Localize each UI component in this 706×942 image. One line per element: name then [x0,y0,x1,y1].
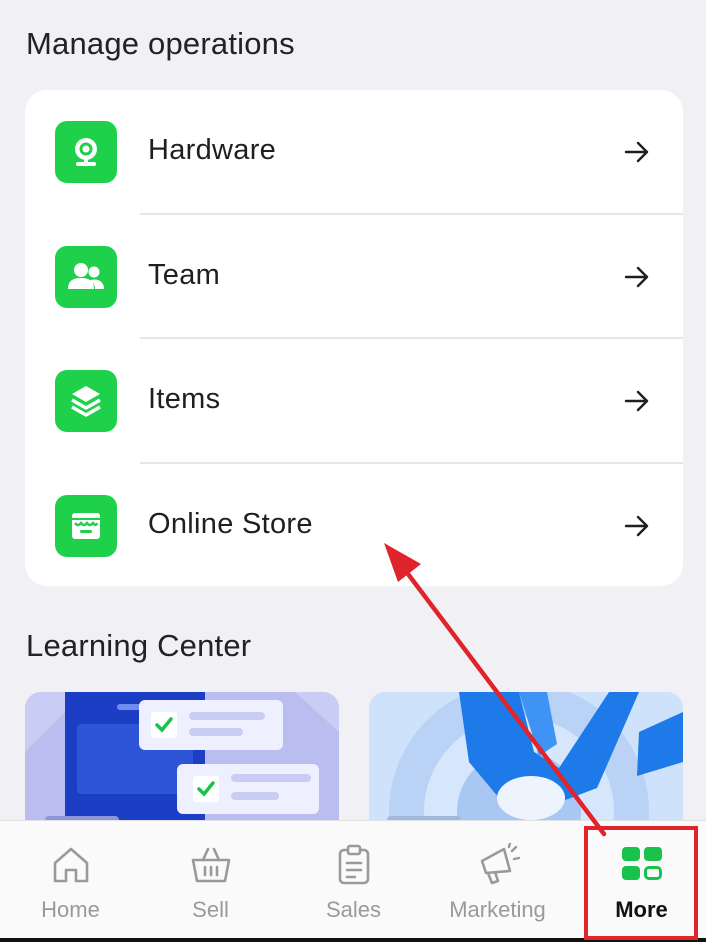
annotation-highlight-box [584,826,698,940]
operation-label: Hardware [148,134,277,166]
operation-label: Items [148,383,221,415]
nav-label: Sell [192,897,229,922]
operation-row-hardware[interactable]: Hardware [25,90,683,215]
section-title-learning-center: Learning Center [26,628,252,663]
basket-icon [191,847,230,883]
nav-label: Home [41,897,100,922]
operations-card: Hardware Team Items Online Store [25,90,683,586]
storefront-icon [55,494,117,557]
operation-row-online-store[interactable]: Online Store [25,464,683,587]
operation-row-team[interactable]: Team [25,215,683,339]
arrow-right-icon [624,141,649,163]
arrow-right-icon [624,266,649,287]
nav-item-sell[interactable]: Sell [140,821,281,939]
clipboard-icon [338,844,369,885]
megaphone-icon [480,843,520,885]
section-title-manage-operations: Manage operations [26,26,295,61]
nav-item-sales[interactable]: Sales [283,821,424,939]
operation-label: Online Store [148,507,313,540]
webcam-icon [55,121,117,183]
arrow-right-icon [624,515,649,536]
users-icon [55,245,117,308]
nav-label: Sales [325,897,382,922]
nav-item-home[interactable]: Home [0,821,141,939]
operation-label: Team [148,258,221,291]
more-screen: Manage operations Hardware Team Items On… [0,0,706,942]
nav-label: Marketing [449,897,546,922]
layers-icon [55,370,117,432]
nav-item-marketing[interactable]: Marketing [427,821,568,939]
operation-row-items[interactable]: Items [25,339,683,464]
home-icon [53,847,88,883]
arrow-right-icon [624,390,649,412]
